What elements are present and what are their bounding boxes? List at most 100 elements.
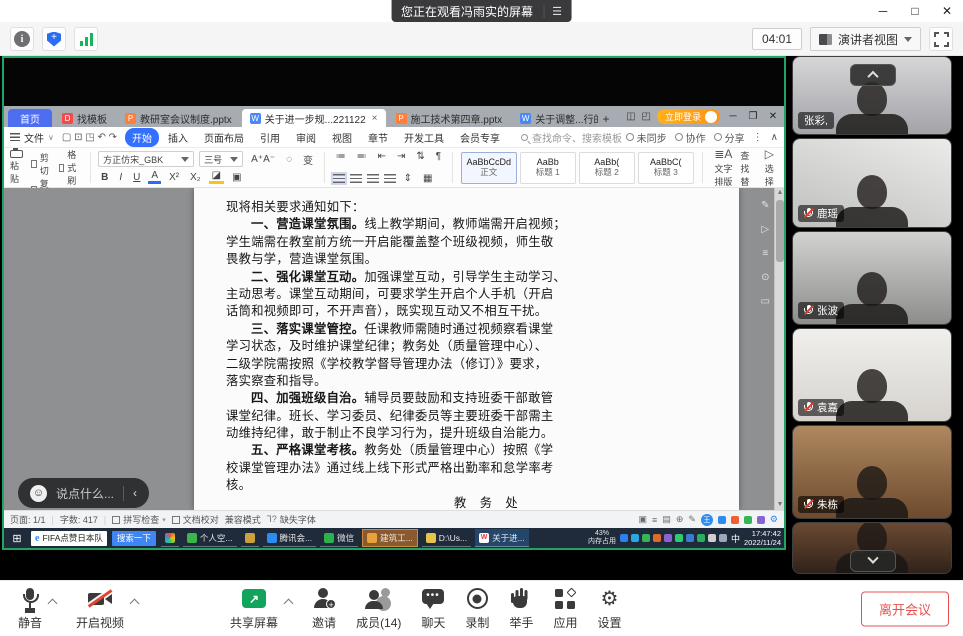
participant-tile[interactable]: 袁嘉	[792, 328, 952, 422]
ribbon-tab-插入[interactable]: 插入	[161, 128, 195, 147]
taskbar-app[interactable]	[161, 529, 179, 547]
status-plugin-icon[interactable]	[744, 516, 752, 524]
fullscreen-button[interactable]	[929, 27, 953, 51]
line-spacing-button[interactable]: ⇕	[401, 173, 415, 184]
view-mode-selector[interactable]: 演讲者视图	[810, 27, 921, 51]
style-chip[interactable]: AaBb(标题 2	[579, 152, 635, 184]
view-web-icon[interactable]: ⊕	[676, 514, 684, 525]
chevron-up-icon[interactable]	[48, 599, 58, 609]
document-tab[interactable]: P施工技术第四章.pptx	[388, 109, 511, 127]
format-glyph-A[interactable]: A	[148, 170, 161, 184]
font-size-glyph[interactable]: A⁻	[263, 154, 275, 165]
control-hand[interactable]: 举手	[509, 587, 533, 631]
taskbar-app[interactable]: 个人空...	[183, 529, 237, 547]
document-tab[interactable]: W关于调整...行的通知	[512, 109, 598, 127]
bullet-list-button[interactable]: ≔	[333, 151, 349, 162]
participant-tile[interactable]: 鹿瑶	[792, 138, 952, 228]
chevron-up-icon[interactable]	[284, 599, 294, 609]
chat-quick-input[interactable]: ☺ 说点什么... ‹	[18, 478, 149, 508]
close-button[interactable]: ✕	[931, 0, 963, 22]
paste-button[interactable]: 粘贴	[10, 150, 23, 185]
new-tab-button[interactable]: +	[598, 111, 614, 127]
control-gear[interactable]: ⚙设置	[597, 587, 621, 631]
menubar-action[interactable]: 协作	[675, 130, 706, 145]
ribbon-tab-引用[interactable]: 引用	[253, 128, 287, 147]
ribbon-tab-章节[interactable]: 章节	[361, 128, 395, 147]
taskbar-app[interactable]: 微信	[320, 529, 358, 547]
word-count[interactable]: 字数: 417	[60, 513, 98, 526]
banner-menu-icon[interactable]: ☰	[543, 5, 562, 18]
document-scrollbar[interactable]: ▲ ▼	[774, 188, 784, 510]
network-button[interactable]	[74, 27, 98, 51]
style-chip[interactable]: AaBbC(标题 3	[638, 152, 694, 184]
scrollbar-thumb[interactable]	[776, 200, 784, 262]
tray-icon[interactable]	[697, 534, 705, 542]
search-go-button[interactable]: 搜索一下	[112, 531, 156, 546]
quick-access-toolbar[interactable]: ▢ ⊡ ◳ ↶ ↷	[62, 132, 117, 143]
comment-icon[interactable]: ⊙	[761, 272, 769, 283]
char-border-button[interactable]: ▣	[229, 172, 244, 183]
ribbon-tab-会员专享[interactable]: 会员专享	[453, 128, 507, 147]
align-justify-button[interactable]	[384, 174, 396, 183]
filmstrip-scroll-down-button[interactable]	[850, 550, 896, 572]
participant-tile[interactable]: 朱栋	[792, 425, 952, 519]
style-chip[interactable]: AaBbCcDd正文	[461, 152, 517, 184]
menubar-action[interactable]: 未同步	[626, 130, 667, 145]
chevron-up-icon[interactable]	[130, 599, 140, 609]
status-plugin-icon[interactable]	[718, 516, 726, 524]
tool-选择[interactable]: ▷选择	[761, 148, 778, 188]
proofread-button[interactable]: 文档校对	[172, 513, 219, 526]
wps-close-icon[interactable]: ✕	[766, 111, 780, 122]
missing-font-button[interactable]: Ꞁ?缺失字体	[267, 513, 316, 526]
tray-icon[interactable]	[675, 534, 683, 542]
view-page-icon[interactable]: ▣	[639, 514, 648, 525]
cursor-icon[interactable]: ▷	[761, 224, 769, 235]
control-members[interactable]: 成员(14)	[356, 587, 401, 631]
align-right-button[interactable]	[367, 174, 379, 183]
taskbar-clock[interactable]: 17:47:42 2022/11/24	[744, 529, 781, 547]
scroll-down-icon[interactable]: ▼	[775, 500, 784, 510]
control-rec[interactable]: 录制	[465, 587, 489, 631]
font-size-glyph[interactable]: A⁺	[251, 154, 263, 165]
tray-icon[interactable]	[631, 534, 639, 542]
settings-gear-icon[interactable]: ⚙	[770, 514, 778, 525]
meeting-info-button[interactable]: i	[10, 27, 34, 51]
tool-文字排版[interactable]: ≣A文字排版	[710, 148, 736, 188]
clear-format-button[interactable]: ◌	[283, 154, 295, 165]
format-glyph-I[interactable]: I	[116, 172, 125, 183]
text-direction-button[interactable]: ⇅	[413, 151, 427, 162]
collapse-ribbon-icon[interactable]: ∧	[771, 132, 778, 143]
bookmark-icon[interactable]: ▭	[761, 296, 770, 307]
outline-icon[interactable]: ≡	[762, 248, 768, 259]
control-chat[interactable]: •••聊天	[421, 587, 445, 631]
ribbon-tab-页面布局[interactable]: 页面布局	[197, 128, 251, 147]
control-apps[interactable]: 应用	[553, 587, 577, 631]
status-plugin-icon[interactable]	[757, 516, 765, 524]
outdent-button[interactable]: ⇤	[375, 151, 389, 162]
ribbon-tab-开始[interactable]: 开始	[125, 128, 159, 147]
font-size-select[interactable]: 三号	[199, 151, 243, 167]
document-tab[interactable]: D找模板	[54, 109, 115, 127]
document-page[interactable]: 现将相关要求通知如下：一、营造课堂氛围。线上教学期间，教师端需开启视频；学生端需…	[194, 188, 739, 510]
indent-button[interactable]: ⇥	[394, 151, 408, 162]
scroll-up-icon[interactable]: ▲	[775, 188, 784, 198]
edit-mode-icon[interactable]: ✎	[688, 514, 696, 525]
ribbon-tab-审阅[interactable]: 审阅	[289, 128, 323, 147]
control-cam[interactable]: 开启视频	[76, 587, 138, 631]
tray-icon[interactable]	[664, 534, 672, 542]
cut-button[interactable]: 剪切	[31, 151, 51, 177]
wps-minimize-icon[interactable]: ─	[726, 111, 740, 122]
control-invite[interactable]: +邀请	[312, 587, 336, 631]
taskbar-app[interactable]	[241, 529, 259, 547]
workspace-icon[interactable]: ◰	[642, 111, 651, 122]
more-menu-icon[interactable]: ⋮	[753, 132, 763, 143]
taskbar-search[interactable]: e FIFA点赞日本队	[31, 531, 107, 546]
minimize-button[interactable]: ─	[867, 0, 899, 22]
tray-icon[interactable]	[620, 534, 628, 542]
menubar-action[interactable]: 分享	[714, 130, 745, 145]
wps-restore-icon[interactable]: ❐	[746, 111, 760, 122]
tray-icon[interactable]	[653, 534, 661, 542]
collapse-chat-icon[interactable]: ‹	[133, 486, 137, 500]
number-list-button[interactable]: ≕	[354, 151, 370, 162]
edit-pen-icon[interactable]: ✎	[761, 200, 769, 211]
